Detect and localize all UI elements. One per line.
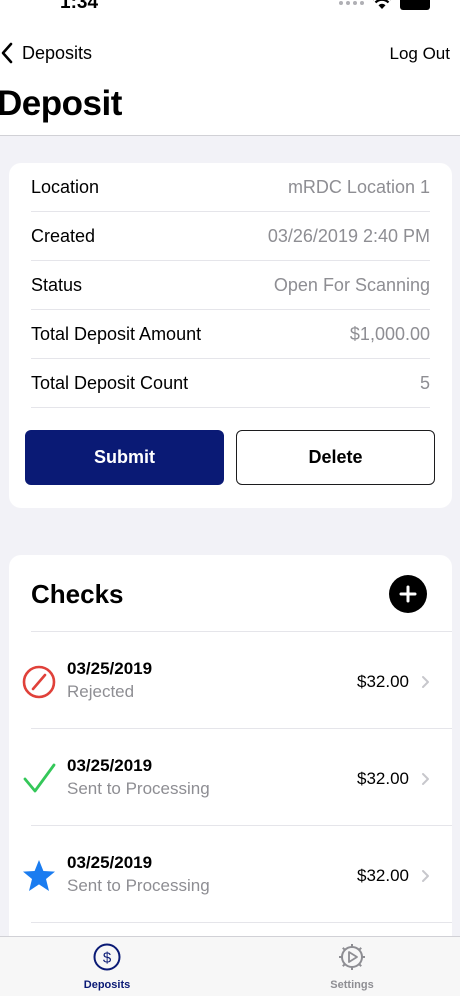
info-label: Status [31, 274, 83, 295]
page-title: Deposit [0, 84, 122, 123]
check-status: Rejected [67, 682, 135, 701]
status-bar: 1:34 [0, 0, 460, 20]
wifi-icon [373, 0, 391, 9]
info-label: Total Deposit Count [31, 372, 189, 393]
tab-bar: $ Deposits Settings [0, 936, 460, 996]
info-value: Open For Scanning [273, 274, 430, 295]
tab-settings[interactable]: Settings [302, 942, 402, 991]
rejected-icon [22, 665, 56, 699]
nav-header: Deposits Log Out Deposit [0, 20, 460, 136]
delete-button[interactable]: Delete [236, 430, 435, 485]
check-date: 03/25/2019 [67, 659, 153, 678]
tab-deposits[interactable]: $ Deposits [57, 942, 157, 991]
chevron-right-icon [422, 870, 429, 882]
chevron-right-icon [422, 676, 429, 688]
info-label: Location [31, 176, 100, 197]
submit-button[interactable]: Submit [25, 430, 224, 485]
info-label: Total Deposit Amount [31, 323, 202, 344]
battery-icon [400, 0, 430, 10]
info-row-created: Created 03/26/2019 2:40 PM [31, 212, 430, 261]
info-row-total-count: Total Deposit Count 5 [31, 359, 430, 408]
chevron-left-icon [1, 42, 13, 64]
add-check-button[interactable] [389, 575, 427, 613]
back-label: Deposits [22, 42, 93, 63]
check-amount: $32.00 [357, 866, 409, 885]
info-value: 03/26/2019 2:40 PM [267, 225, 430, 246]
checks-card: Checks 03/25/2019 Rejected $32.00 03/25/… [9, 555, 452, 955]
info-value: 5 [419, 372, 430, 393]
info-value: $1,000.00 [349, 323, 430, 344]
status-indicators [339, 0, 430, 10]
checks-title: Checks [31, 579, 124, 609]
checkmark-icon [23, 763, 56, 793]
check-row[interactable]: 03/25/2019 Rejected $32.00 [9, 632, 452, 729]
check-row[interactable]: 03/25/2019 Sent to Processing $32.00 [9, 826, 452, 923]
logout-button[interactable]: Log Out [390, 44, 451, 64]
deposit-info-card: Location mRDC Location 1 Created 03/26/2… [9, 163, 452, 508]
chevron-right-icon [422, 773, 429, 785]
info-row-status: Status Open For Scanning [31, 261, 430, 310]
check-status: Sent to Processing [67, 876, 210, 895]
info-label: Created [31, 225, 96, 246]
back-button[interactable]: Deposits [0, 42, 92, 64]
dollar-circle-icon: $ [93, 943, 121, 971]
status-time: 1:34 [60, 0, 99, 13]
tab-label: Settings [330, 979, 374, 991]
info-value: mRDC Location 1 [287, 176, 430, 197]
check-amount: $32.00 [357, 672, 409, 691]
info-row-total-amount: Total Deposit Amount $1,000.00 [31, 310, 430, 359]
check-date: 03/25/2019 [67, 853, 153, 872]
plus-icon [399, 585, 417, 603]
check-status: Sent to Processing [67, 779, 210, 798]
check-date: 03/25/2019 [67, 756, 153, 775]
svg-text:$: $ [103, 950, 112, 967]
check-row[interactable]: 03/25/2019 Sent to Processing $32.00 [9, 729, 452, 826]
divider [31, 922, 452, 923]
check-amount: $32.00 [357, 769, 409, 788]
signal-icon [339, 1, 364, 5]
gear-icon [339, 944, 365, 970]
star-icon [23, 860, 55, 891]
info-row-location: Location mRDC Location 1 [31, 163, 430, 212]
tab-label: Deposits [83, 979, 131, 991]
